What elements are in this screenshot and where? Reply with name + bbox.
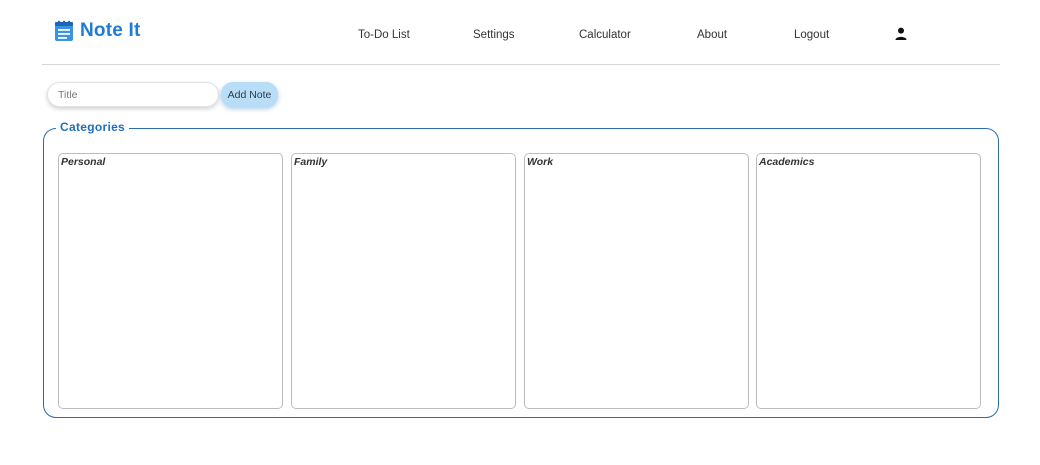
- nav-todo-list[interactable]: To-Do List: [358, 29, 410, 41]
- category-label-work: Work: [527, 156, 554, 168]
- categories-legend: Categories: [56, 120, 130, 134]
- category-label-family: Family: [294, 156, 328, 168]
- category-box-family[interactable]: Family: [291, 153, 516, 409]
- top-navbar: Note It To-Do List Settings Calculator A…: [42, 0, 1000, 65]
- user-icon[interactable]: [894, 27, 908, 41]
- app-title: Note It: [80, 20, 141, 41]
- note-it-page: Note It To-Do List Settings Calculator A…: [0, 0, 1040, 465]
- category-box-work[interactable]: Work: [524, 153, 749, 409]
- category-label-personal: Personal: [61, 156, 106, 168]
- categories-fieldset: Categories Personal Family Work Academic…: [43, 120, 999, 418]
- nav-logout[interactable]: Logout: [794, 29, 829, 41]
- nav-calculator[interactable]: Calculator: [579, 29, 631, 41]
- nav-about[interactable]: About: [697, 29, 727, 41]
- category-box-academics[interactable]: Academics: [756, 153, 981, 409]
- brand[interactable]: Note It: [54, 20, 141, 42]
- notepad-icon: [54, 20, 74, 42]
- category-label-academics: Academics: [759, 156, 815, 168]
- category-box-personal[interactable]: Personal: [58, 153, 283, 409]
- add-note-button[interactable]: Add Note: [221, 82, 278, 107]
- note-title-input[interactable]: [47, 82, 219, 107]
- nav-settings[interactable]: Settings: [473, 29, 515, 41]
